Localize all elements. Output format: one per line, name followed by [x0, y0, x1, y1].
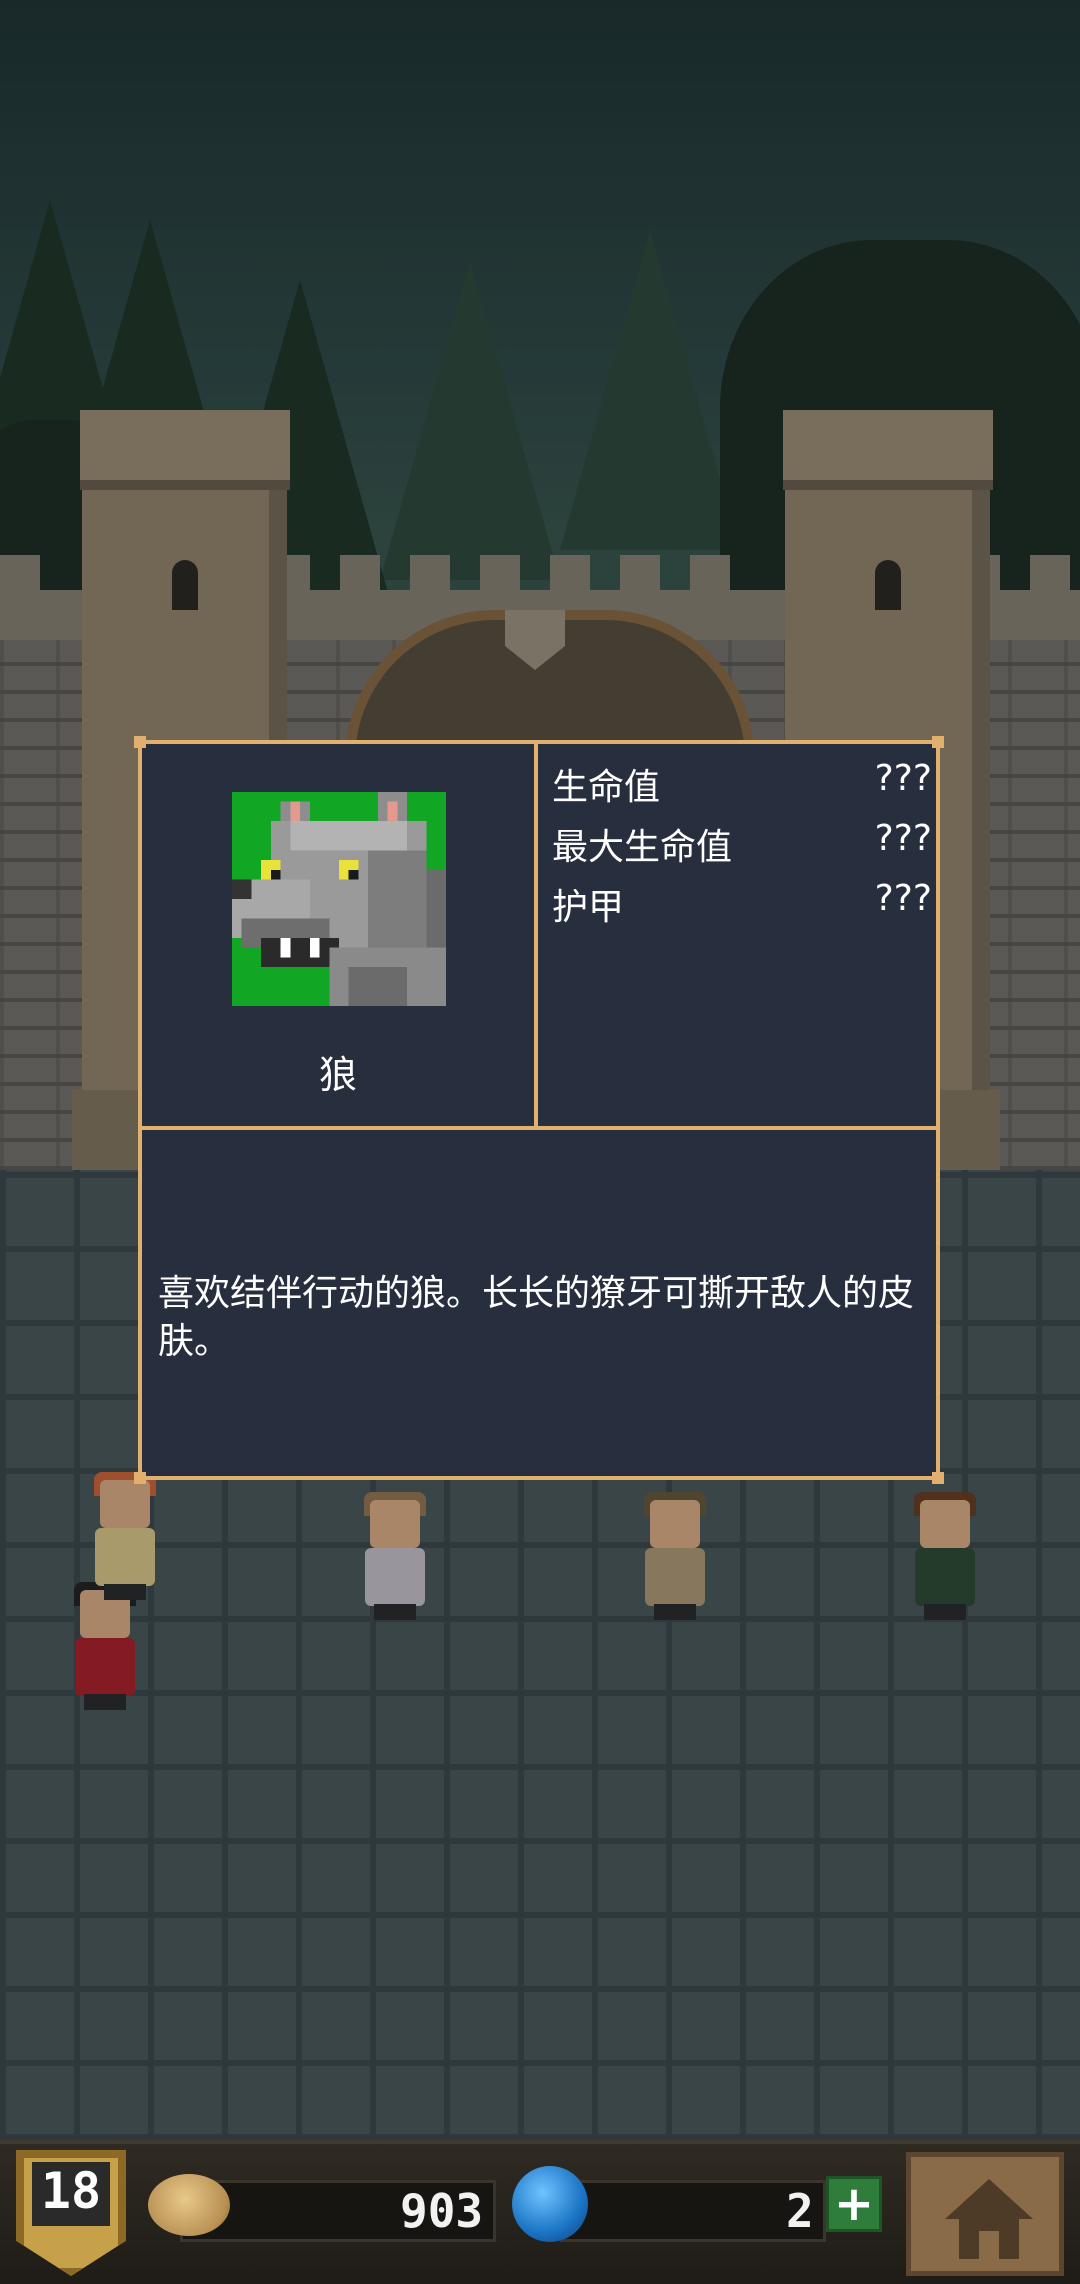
- frame-corner: [134, 736, 146, 748]
- stat-row-max-hp: 最大生命值 ???: [552, 818, 932, 870]
- creature-description: 喜欢结伴行动的狼。长长的獠牙可撕开敌人的皮肤。: [158, 1273, 915, 1362]
- stat-value: ???: [874, 818, 932, 859]
- level-value: 18: [40, 2162, 102, 2220]
- stat-label: 护甲: [552, 887, 625, 928]
- wolf-portrait-icon: [232, 792, 446, 1006]
- bottom-resource-bar: 18 903 2 +: [0, 2140, 1080, 2284]
- frame-corner: [932, 1472, 944, 1484]
- coin-count: 903: [400, 2184, 484, 2238]
- coin-icon: [148, 2174, 230, 2236]
- creature-info-dialog: 狼 生命值 ??? 最大生命值 ??? 护甲 ??? 喜欢结伴行动的狼。长长的獠…: [134, 736, 944, 1540]
- stat-row-hp: 生命值 ???: [552, 758, 932, 810]
- home-icon: [945, 2179, 1033, 2219]
- creature-name: 狼: [318, 1053, 357, 1097]
- stat-row-armor: 护甲 ???: [552, 878, 932, 930]
- stat-value: ???: [874, 758, 932, 799]
- gem-icon: [512, 2166, 588, 2242]
- plus-icon: +: [833, 2176, 875, 2232]
- stat-value: ???: [874, 878, 932, 919]
- stat-label: 生命值: [552, 767, 661, 808]
- add-gems-button[interactable]: +: [826, 2176, 882, 2232]
- gem-count: 2: [786, 2184, 814, 2238]
- level-badge[interactable]: 18: [16, 2150, 126, 2276]
- home-button[interactable]: [906, 2152, 1064, 2276]
- stats-panel: 生命值 ??? 最大生命值 ??? 护甲 ???: [534, 740, 940, 1130]
- home-icon-door: [979, 2231, 999, 2259]
- stat-label: 最大生命值: [552, 827, 733, 868]
- portrait-panel: 狼: [138, 740, 538, 1130]
- frame-corner: [932, 736, 944, 748]
- frame-corner: [134, 1472, 146, 1484]
- description-panel: 喜欢结伴行动的狼。长长的獠牙可撕开敌人的皮肤。: [138, 1126, 940, 1480]
